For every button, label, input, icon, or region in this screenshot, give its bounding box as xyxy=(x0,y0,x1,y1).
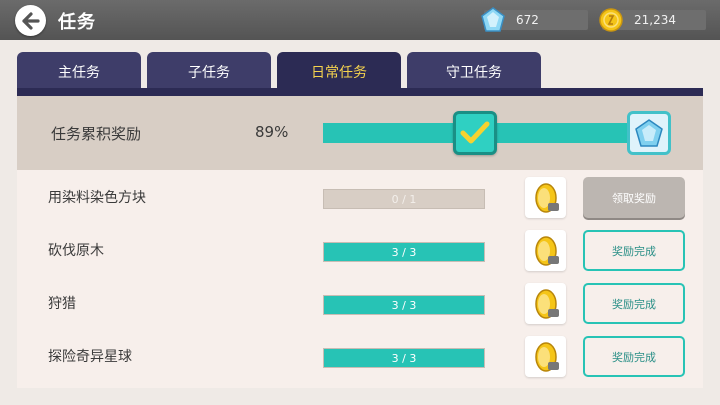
reward-completed-button[interactable]: 奖励完成 xyxy=(583,283,685,324)
task-name: 狩猎 xyxy=(48,296,76,312)
task-progress-text: 3 / 3 xyxy=(391,245,417,259)
back-button[interactable] xyxy=(15,5,46,36)
gem-icon xyxy=(635,119,663,147)
task-progress-bar: 3 / 3 xyxy=(323,295,485,315)
tab-guard-quest[interactable]: 守卫任务 xyxy=(407,52,541,92)
task-reward[interactable] xyxy=(525,230,566,271)
coin-icon xyxy=(599,8,623,32)
task-progress-bar: 3 / 3 xyxy=(323,348,485,368)
coin-counter: 21,234 xyxy=(599,8,706,32)
page-title: 任务 xyxy=(58,12,96,33)
cumulative-reward-label: 任务累积奖励 xyxy=(51,125,142,143)
task-name: 用染料染色方块 xyxy=(48,190,146,206)
tab-label: 日常任务 xyxy=(311,65,367,81)
top-bar: 任务 672 21,234 xyxy=(0,0,720,40)
reward-completed-button[interactable]: 奖励完成 xyxy=(583,230,685,271)
task-row: 狩猎 3 / 3 奖励完成 xyxy=(17,276,703,329)
check-icon xyxy=(460,121,490,144)
milestone-gem-reward[interactable] xyxy=(627,111,671,155)
task-progress-text: 3 / 3 xyxy=(391,298,417,312)
cumulative-reward-percent: 89% xyxy=(255,123,289,141)
gem-value: 672 xyxy=(516,13,539,27)
task-row: 探险奇异星球 3 / 3 奖励完成 xyxy=(17,329,703,382)
tab-underline xyxy=(17,88,703,96)
tab-label: 主任务 xyxy=(58,65,100,81)
coin-stack-icon xyxy=(534,182,559,213)
tab-main-quest[interactable]: 主任务 xyxy=(17,52,141,92)
coin-stack-icon xyxy=(534,341,559,372)
reward-completed-button[interactable]: 奖励完成 xyxy=(583,336,685,377)
gem-counter: 672 xyxy=(481,7,588,32)
tab-label: 守卫任务 xyxy=(446,65,502,81)
coin-stack-icon xyxy=(534,235,559,266)
task-progress-bar: 3 / 3 xyxy=(323,242,485,262)
task-name: 砍伐原木 xyxy=(48,243,104,259)
claim-reward-button[interactable]: 领取奖励 xyxy=(583,177,685,218)
coin-stack-icon xyxy=(534,288,559,319)
task-progress-bar: 0 / 1 xyxy=(323,189,485,209)
tab-label: 子任务 xyxy=(188,65,230,81)
tab-sub-quest[interactable]: 子任务 xyxy=(147,52,271,92)
coin-value: 21,234 xyxy=(634,13,676,27)
tab-daily-quest[interactable]: 日常任务 xyxy=(277,52,401,92)
cumulative-reward-section: 任务累积奖励 89% xyxy=(17,96,703,170)
task-panel: 任务累积奖励 89% 用染料染色方块 0 / 1 领取奖励 砍伐原木 3 / 3… xyxy=(17,96,703,388)
back-arrow-icon xyxy=(21,11,40,30)
task-progress-text: 3 / 3 xyxy=(391,351,417,365)
task-reward[interactable] xyxy=(525,336,566,377)
tab-strip: 主任务 子任务 日常任务 守卫任务 xyxy=(0,40,720,92)
task-row: 用染料染色方块 0 / 1 领取奖励 xyxy=(17,170,703,223)
task-reward[interactable] xyxy=(525,283,566,324)
task-name: 探险奇异星球 xyxy=(48,349,132,365)
milestone-check-badge[interactable] xyxy=(453,111,497,155)
task-row: 砍伐原木 3 / 3 奖励完成 xyxy=(17,223,703,276)
gem-icon xyxy=(481,7,505,32)
task-reward[interactable] xyxy=(525,177,566,218)
task-progress-text: 0 / 1 xyxy=(391,192,417,206)
